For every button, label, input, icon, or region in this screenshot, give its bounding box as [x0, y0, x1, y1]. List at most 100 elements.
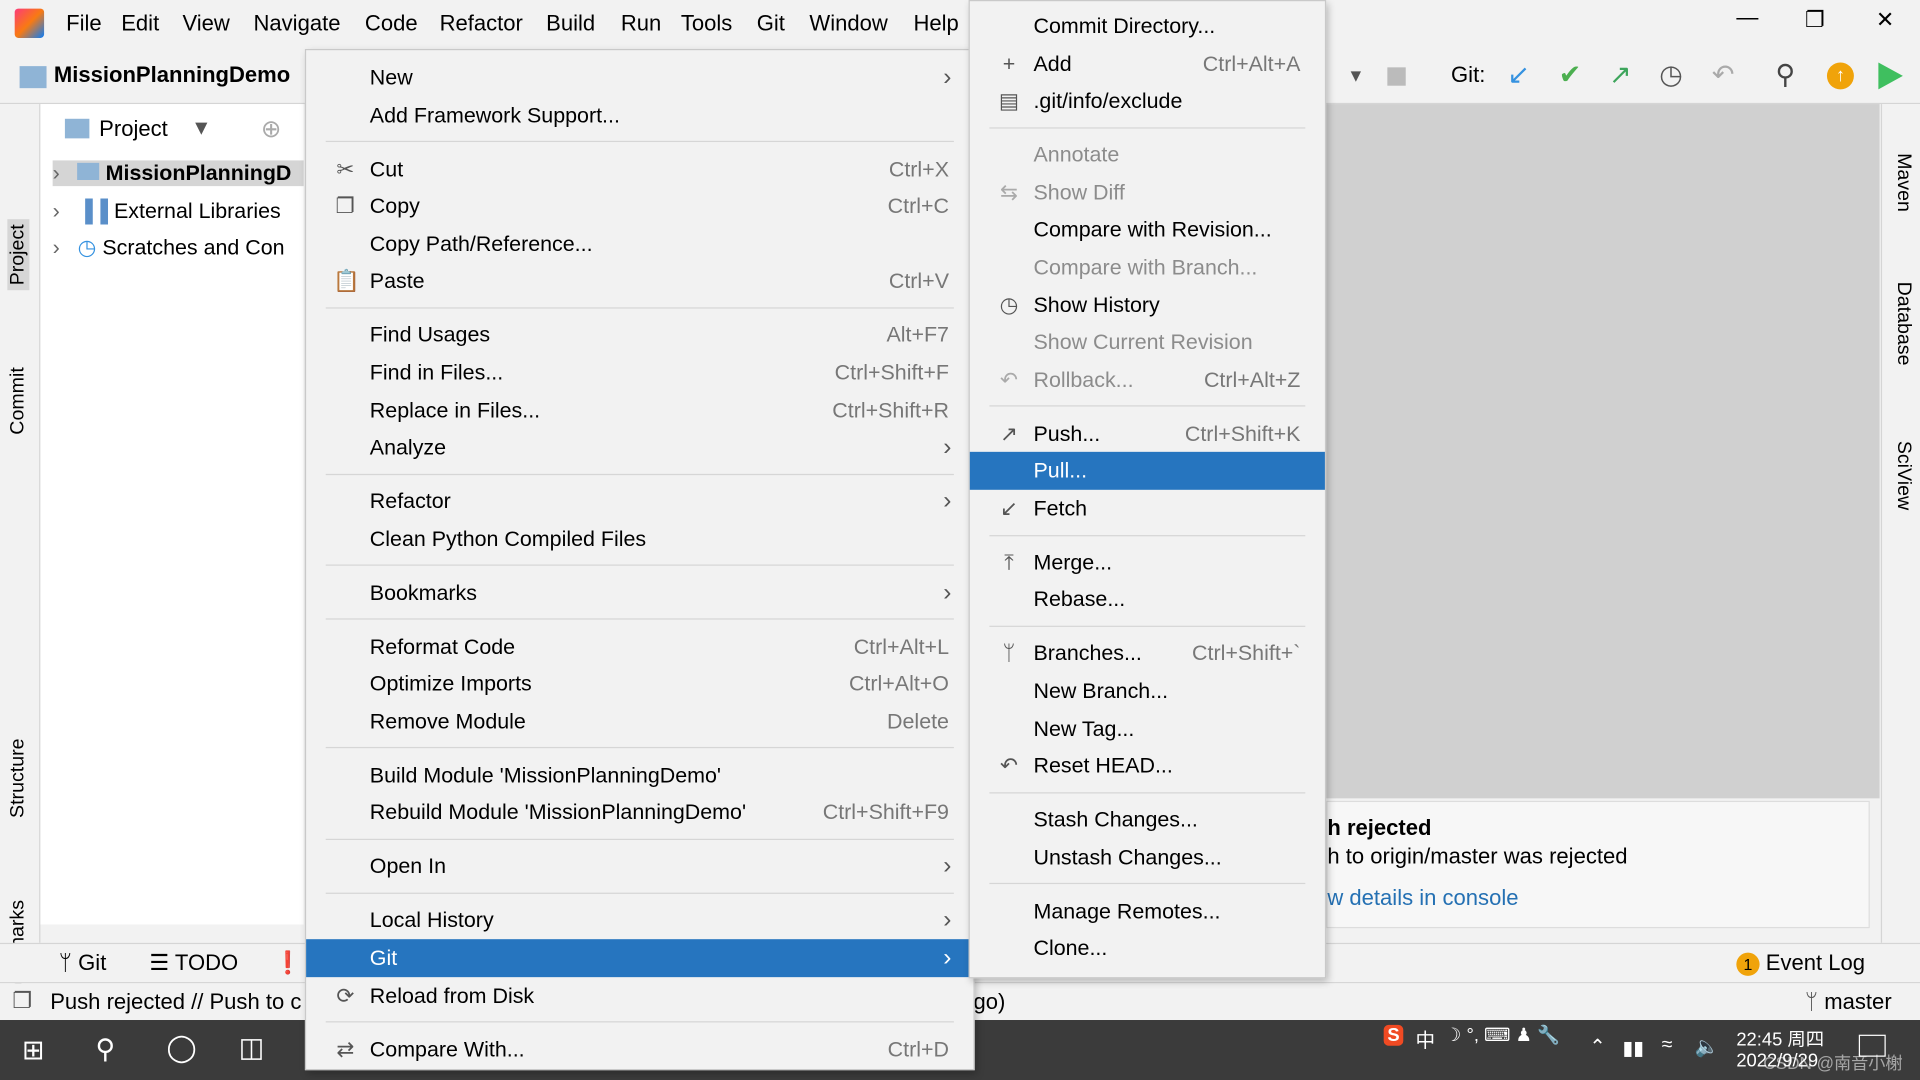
menu-item-cut[interactable]: ✂ Cut Ctrl+X	[306, 150, 973, 187]
menu-item-rollback[interactable]: ↶ Rollback... Ctrl+Alt+Z	[970, 361, 1325, 398]
dropdown-icon[interactable]: ▾	[1351, 64, 1361, 88]
menu-item-commit-directory[interactable]: Commit Directory...	[970, 7, 1325, 44]
menu-git[interactable]: Git	[757, 11, 785, 37]
menu-item-manage-remotes[interactable]: Manage Remotes...	[970, 892, 1325, 929]
git-tool-button[interactable]: ᛘ Git	[59, 950, 107, 976]
menu-item-remove-module[interactable]: Remove Module Delete	[306, 703, 973, 740]
tab-maven[interactable]: Maven	[1892, 153, 1914, 212]
history-icon[interactable]: ◷	[1659, 59, 1683, 91]
menu-item-rebuild-module-missionplanningdemo[interactable]: Rebuild Module 'MissionPlanningDemo' Ctrl…	[306, 794, 973, 831]
tree-item-external-libraries[interactable]: › ▐▐ External Libraries	[53, 198, 281, 224]
menu-item-git-info-exclude[interactable]: ▤ .git/info/exclude	[970, 82, 1325, 119]
close-button[interactable]: ✕	[1876, 7, 1894, 33]
menu-item-local-history[interactable]: Local History ›	[306, 902, 973, 939]
problems-icon[interactable]: ❗	[274, 950, 301, 976]
menu-item-open-in[interactable]: Open In ›	[306, 848, 973, 885]
minimize-button[interactable]: —	[1736, 5, 1758, 31]
locate-icon[interactable]: ⊕	[261, 114, 282, 145]
chevron-down-icon[interactable]: ▼	[191, 116, 212, 140]
tray-expand-icon[interactable]: ⌃	[1589, 1035, 1605, 1059]
expand-icon[interactable]: ›	[53, 160, 60, 184]
todo-tool-button[interactable]: ☰ TODO	[149, 950, 238, 976]
menu-run[interactable]: Run	[621, 11, 661, 37]
menu-item-show-current-revision[interactable]: Show Current Revision	[970, 323, 1325, 360]
menu-item-add[interactable]: + Add Ctrl+Alt+A	[970, 45, 1325, 82]
notification-center-icon[interactable]	[1858, 1034, 1886, 1057]
menu-item-compare-with[interactable]: ⇄ Compare With... Ctrl+D	[306, 1031, 973, 1068]
menu-item-new-tag[interactable]: New Tag...	[970, 710, 1325, 747]
menu-item-paste[interactable]: 📋 Paste Ctrl+V	[306, 262, 973, 299]
menu-item-reformat-code[interactable]: Reformat Code Ctrl+Alt+L	[306, 628, 973, 665]
menu-item-compare-with-revision[interactable]: Compare with Revision...	[970, 211, 1325, 248]
rollback-icon[interactable]: ↶	[1712, 59, 1735, 91]
tray-icons[interactable]: ☽ °, ⌨ ♟ 🔧	[1445, 1024, 1560, 1046]
project-view-selector[interactable]: Project	[99, 116, 168, 142]
stop-icon[interactable]	[1387, 67, 1406, 86]
menu-item-clean-python-compiled-files[interactable]: Clean Python Compiled Files	[306, 520, 973, 557]
menu-item-fetch[interactable]: ↙ Fetch	[970, 490, 1325, 527]
menu-item-bookmarks[interactable]: Bookmarks ›	[306, 574, 973, 611]
event-log-button[interactable]: 1 Event Log	[1736, 950, 1865, 976]
expand-icon[interactable]: ›	[53, 198, 60, 222]
menu-item-compare-with-branch[interactable]: Compare with Branch...	[970, 249, 1325, 286]
sogou-ime-icon[interactable]: S	[1383, 1024, 1404, 1046]
ime-mode[interactable]: 中	[1416, 1024, 1436, 1053]
menu-item-show-diff[interactable]: ⇆ Show Diff	[970, 174, 1325, 211]
expand-icon[interactable]: ›	[53, 235, 60, 259]
menu-item-replace-in-files[interactable]: Replace in Files... Ctrl+Shift+R	[306, 391, 973, 428]
tab-sciview[interactable]: SciView	[1892, 441, 1914, 510]
search-icon[interactable]: ⚲	[96, 1033, 116, 1065]
tab-structure[interactable]: Structure	[7, 738, 29, 817]
menu-item-stash-changes[interactable]: Stash Changes...	[970, 801, 1325, 838]
tab-project[interactable]: Project	[7, 219, 30, 291]
task-view-icon[interactable]: ◫	[239, 1032, 264, 1064]
status-message-tail[interactable]: go)	[973, 989, 1005, 1015]
menu-item-rebase[interactable]: Rebase...	[970, 581, 1325, 618]
menu-item-copy[interactable]: ❐ Copy Ctrl+C	[306, 188, 973, 225]
menu-item-refactor[interactable]: Refactor ›	[306, 483, 973, 520]
menu-navigate[interactable]: Navigate	[253, 11, 340, 37]
menu-item-analyze[interactable]: Analyze ›	[306, 429, 973, 466]
menu-refactor[interactable]: Refactor	[440, 11, 523, 37]
search-icon[interactable]: ⚲	[1776, 59, 1796, 91]
start-icon[interactable]: ⊞	[22, 1035, 45, 1067]
menu-item-git[interactable]: Git ›	[306, 939, 974, 977]
menu-item-unstash-changes[interactable]: Unstash Changes...	[970, 839, 1325, 876]
status-message[interactable]: Push rejected // Push to c	[50, 989, 301, 1015]
menu-item-build-module-missionplanningdemo[interactable]: Build Module 'MissionPlanningDemo'	[306, 757, 973, 794]
tree-item-scratches[interactable]: › ◷ Scratches and Con	[53, 235, 285, 261]
plugin-icon[interactable]	[1878, 62, 1903, 90]
menu-window[interactable]: Window	[809, 11, 887, 37]
menu-item-merge[interactable]: ⤒ Merge...	[970, 544, 1325, 581]
menu-item-reset-head[interactable]: ↶ Reset HEAD...	[970, 747, 1325, 784]
menu-item-branches[interactable]: ᛘ Branches... Ctrl+Shift+`	[970, 635, 1325, 672]
tab-database[interactable]: Database	[1892, 282, 1914, 366]
menu-item-find-in-files[interactable]: Find in Files... Ctrl+Shift+F	[306, 354, 973, 391]
menu-item-annotate[interactable]: Annotate	[970, 136, 1325, 173]
cortana-icon[interactable]: ◯	[167, 1032, 197, 1064]
project-breadcrumb[interactable]: MissionPlanningDemo	[54, 62, 290, 88]
menu-item-find-usages[interactable]: Find Usages Alt+F7	[306, 316, 973, 353]
menu-item-add-framework-support[interactable]: Add Framework Support...	[306, 96, 973, 133]
menu-help[interactable]: Help	[913, 11, 958, 37]
battery-icon[interactable]: ▮▮	[1622, 1036, 1644, 1060]
menu-item-clone[interactable]: Clone...	[970, 930, 1325, 967]
menu-item-new-branch[interactable]: New Branch...	[970, 672, 1325, 709]
git-push-icon[interactable]: ↗	[1609, 59, 1632, 91]
volume-icon[interactable]: 🔈	[1695, 1035, 1719, 1059]
menu-tools[interactable]: Tools	[681, 11, 732, 37]
git-update-icon[interactable]: ↙	[1507, 59, 1530, 91]
menu-item-new[interactable]: New ›	[306, 59, 973, 96]
menu-edit[interactable]: Edit	[121, 11, 159, 37]
wifi-icon[interactable]: ≈	[1662, 1035, 1673, 1057]
restore-button[interactable]: ❐	[1805, 7, 1825, 33]
menu-build[interactable]: Build	[546, 11, 595, 37]
menu-item-pull[interactable]: Pull...	[969, 452, 1325, 490]
git-commit-icon[interactable]: ✔	[1559, 59, 1582, 91]
tree-item-project[interactable]: › MissionPlanningD	[52, 160, 304, 187]
status-toggle-icon[interactable]: ❐	[12, 988, 32, 1014]
tab-commit[interactable]: Commit	[7, 367, 29, 434]
menu-item-optimize-imports[interactable]: Optimize Imports Ctrl+Alt+O	[306, 665, 973, 702]
menu-item-copy-path-reference[interactable]: Copy Path/Reference...	[306, 225, 973, 262]
menu-item-push[interactable]: ↗ Push... Ctrl+Shift+K	[970, 415, 1325, 452]
